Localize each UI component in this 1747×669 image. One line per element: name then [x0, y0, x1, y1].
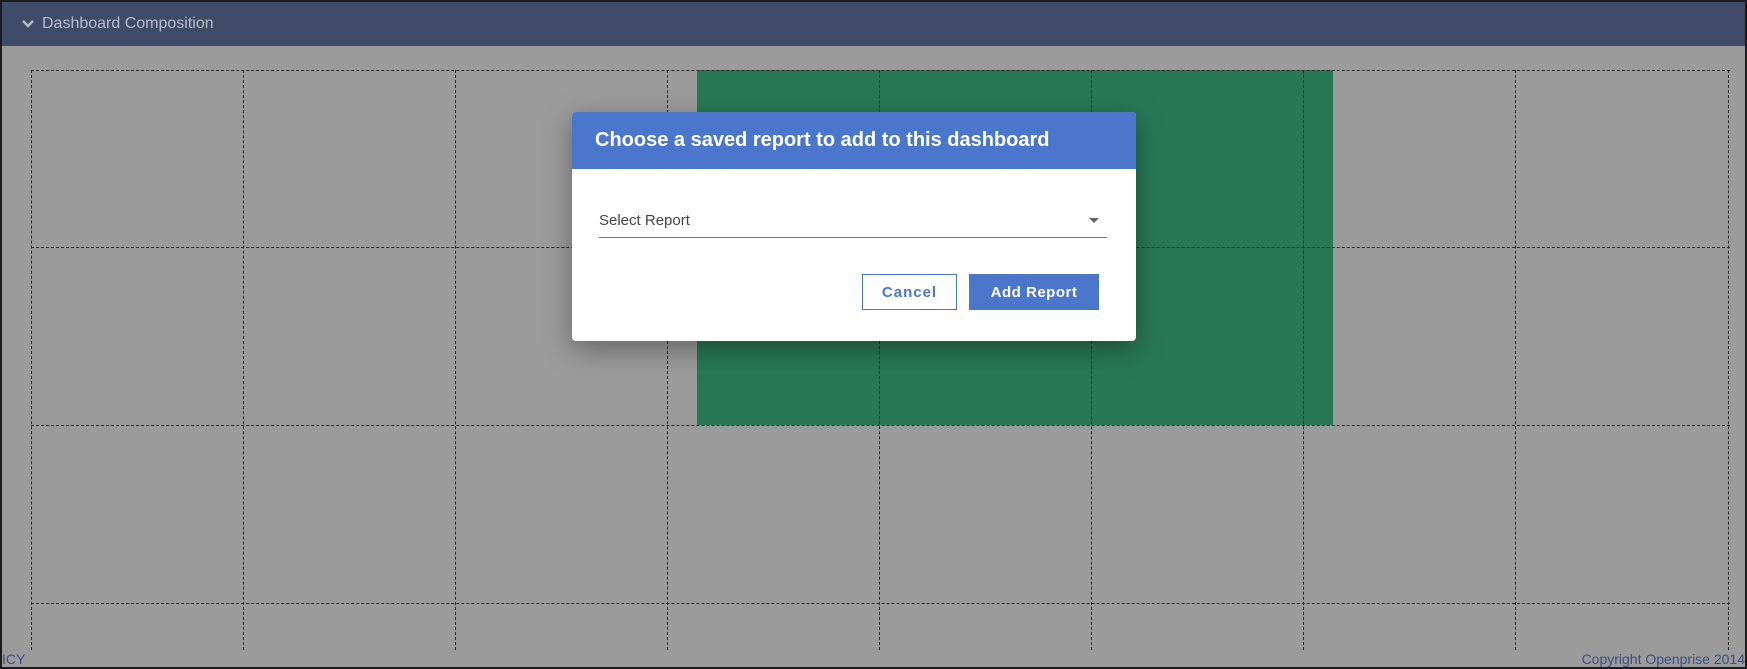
report-select[interactable]: Select Report [599, 204, 1107, 238]
add-report-dialog: Choose a saved report to add to this das… [572, 112, 1136, 341]
grid-line-horizontal [31, 70, 1730, 71]
grid-line-horizontal [31, 603, 1730, 604]
grid-line-vertical [1515, 70, 1516, 650]
dialog-title: Choose a saved report to add to this das… [595, 129, 1050, 151]
chevron-down-icon[interactable] [20, 16, 36, 32]
grid-line-vertical [1303, 70, 1304, 650]
grid-line-horizontal [31, 425, 1730, 426]
add-report-button[interactable]: Add Report [969, 274, 1099, 310]
report-select-placeholder: Select Report [599, 212, 690, 229]
caret-down-icon[interactable] [1089, 218, 1099, 223]
grid-line-vertical [31, 70, 32, 650]
copyright-text: Copyright Openprise 2014 [1581, 651, 1745, 667]
grid-line-vertical [1728, 70, 1729, 650]
cancel-button[interactable]: Cancel [862, 274, 957, 310]
section-header[interactable]: Dashboard Composition [2, 2, 1745, 46]
footer-left-text[interactable]: ICY [2, 651, 25, 667]
dialog-header: Choose a saved report to add to this das… [572, 112, 1136, 169]
section-title: Dashboard Composition [42, 15, 214, 32]
grid-line-vertical [455, 70, 456, 650]
grid-line-vertical [243, 70, 244, 650]
